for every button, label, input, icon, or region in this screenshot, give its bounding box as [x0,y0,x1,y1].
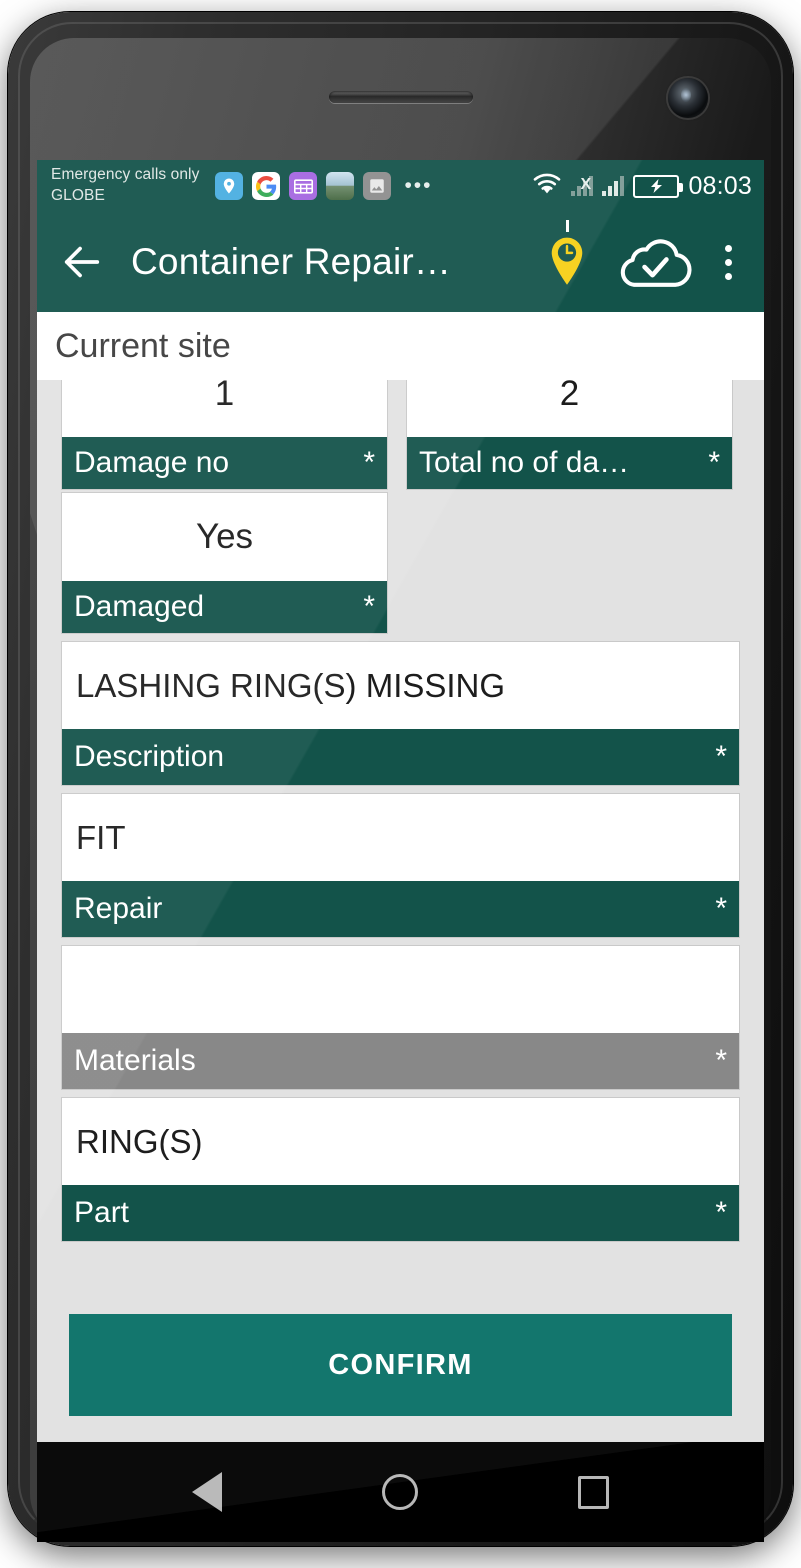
field-label: Damage no [74,446,230,479]
phone-screen: Emergency calls only GLOBE ••• X 08:03 C… [37,160,764,1442]
nav-recents-icon[interactable] [578,1475,609,1509]
field-description[interactable]: LASHING RING(S) MISSING Description * [61,641,740,786]
confirm-button[interactable]: CONFIRM [69,1314,732,1416]
confirm-bar: CONFIRM [37,1300,764,1442]
screenshot-root: Emergency calls only GLOBE ••• X 08:03 C… [0,0,801,1568]
field-card: RING(S) Part * [61,1097,740,1242]
status-clock: 08:03 [688,171,752,200]
field-label-bar: Part * [62,1185,739,1241]
menu-dot [724,272,732,280]
android-navigation-bar [37,1442,764,1542]
field-label-bar: Description * [62,729,739,785]
front-camera [668,78,708,118]
field-value[interactable] [62,946,739,1033]
page-title: Container Repair… [131,241,452,282]
required-marker: * [363,446,375,479]
location-pin-icon [215,172,244,200]
required-marker: * [708,446,720,479]
signal-no-service-icon: X [571,176,594,196]
required-marker: * [715,1196,727,1229]
field-part[interactable]: RING(S) Part * [61,1097,740,1242]
required-marker: * [715,740,727,773]
no-service-x-mark: X [580,176,592,193]
nav-home-icon[interactable] [382,1474,418,1510]
field-card: LASHING RING(S) MISSING Description * [61,641,740,786]
current-site-banner: Current site [37,312,764,380]
field-repair[interactable]: FIT Repair * [61,793,740,938]
arrow-back-icon[interactable] [59,239,105,285]
earpiece-speaker [328,91,473,103]
carrier-label: Emergency calls only GLOBE [51,166,200,204]
form-content: Current site 1 Damage no * 2 Total no of… [37,312,764,1442]
menu-dot [724,244,732,252]
field-label: Description [74,740,225,773]
sheets-icon [289,172,318,200]
field-card: Yes Damaged * [61,492,388,634]
cloud-done-icon[interactable] [616,233,694,291]
status-bar: Emergency calls only GLOBE ••• X 08:03 [37,160,764,212]
gallery-icon [363,172,392,200]
photo-thumbnail-icon [326,172,355,200]
menu-dot [724,258,732,266]
field-value[interactable]: Yes [62,493,387,581]
required-marker: * [715,1044,727,1077]
field-label: Total no of da… [419,446,630,479]
status-overflow-icon: ••• [404,173,433,197]
field-label-bar: Repair * [62,881,739,937]
battery-charging-icon [633,174,684,198]
field-label: Repair [74,892,163,925]
wifi-icon [532,172,562,201]
field-value[interactable]: RING(S) [62,1098,739,1185]
google-icon [252,172,281,200]
field-label-bar: Damage no * [62,437,387,489]
field-label-bar: Materials * [62,1033,739,1089]
current-site-label: Current site [55,326,231,365]
field-card: Materials * [61,945,740,1090]
location-clock-pin-icon[interactable] [540,220,594,288]
field-damaged[interactable]: Yes Damaged * [61,492,388,634]
required-marker: * [715,892,727,925]
field-materials[interactable]: Materials * [61,945,740,1090]
app-bar: Container Repair… [37,212,764,312]
field-label: Part [74,1196,130,1229]
pin-tick-mark [566,220,569,232]
required-marker: * [363,590,375,623]
field-value[interactable]: FIT [62,794,739,881]
field-label-bar: Damaged * [62,581,387,633]
field-card: FIT Repair * [61,793,740,938]
status-notification-icons: ••• [215,172,432,200]
nav-back-icon[interactable] [192,1472,222,1512]
field-label: Materials [74,1044,196,1077]
signal-icon [602,176,625,196]
status-right-cluster: X 08:03 [532,160,752,212]
overflow-menu-icon[interactable] [708,244,748,280]
field-label-bar: Total no of da… * [407,437,732,489]
field-label: Damaged [74,590,205,623]
field-value[interactable]: LASHING RING(S) MISSING [62,642,739,729]
